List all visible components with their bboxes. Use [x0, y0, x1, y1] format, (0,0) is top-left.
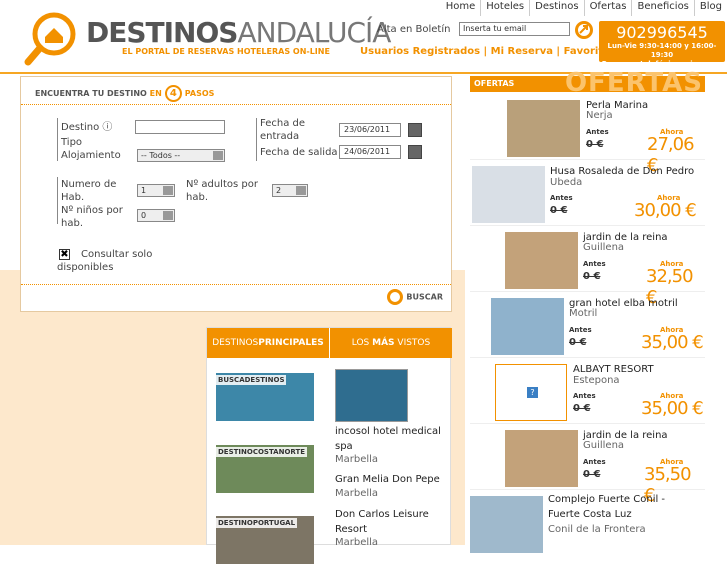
- visited-hotel-image[interactable]: [335, 369, 408, 422]
- visited-hotel-name[interactable]: Gran Melia Don Pepe: [335, 472, 445, 487]
- hab-select[interactable]: 1: [137, 184, 175, 197]
- tipo-label: Tipo Alojamiento: [61, 137, 121, 161]
- info-icon[interactable]: ⓘ: [102, 122, 112, 133]
- ninos-label: Nº niños por hab.: [61, 205, 123, 229]
- salida-input[interactable]: 24/06/2011: [339, 145, 401, 159]
- entrada-input[interactable]: 23/06/2011: [339, 123, 401, 137]
- search-title: ENCUENTRA TU DESTINO EN 4 PASOS: [35, 85, 214, 102]
- nav-hoteles[interactable]: Hoteles: [480, 0, 529, 16]
- buscar-button[interactable]: BUSCAR: [387, 289, 443, 305]
- entrada-label: Fecha de entrada: [260, 118, 305, 142]
- offer-item[interactable]: Husa Rosaleda de Don Pedro Ubeda Antes 0…: [470, 160, 705, 226]
- adultos-select[interactable]: 2: [272, 184, 308, 197]
- tipo-select[interactable]: -- Todos --: [137, 149, 225, 162]
- nav-destinos[interactable]: Destinos: [529, 0, 583, 16]
- nav-blog[interactable]: Blog: [693, 0, 727, 16]
- nav-ofertas[interactable]: Ofertas: [583, 0, 632, 16]
- newsletter-go-icon[interactable]: [574, 20, 594, 40]
- banner-buscadestinos[interactable]: BUSCADESTINOS: [216, 373, 314, 421]
- tab-mas-vistos[interactable]: LOS MÁS VISTOS: [330, 328, 452, 358]
- separator: [256, 118, 257, 161]
- visited-hotel-name[interactable]: Don Carlos Leisure Resort: [335, 507, 445, 537]
- top-nav: Home Hoteles Destinos Ofertas Beneficios…: [441, 0, 727, 16]
- hab-label: Numero de Hab.: [61, 179, 117, 203]
- destino-input[interactable]: [135, 120, 225, 134]
- destino-label: Destino ⓘ: [61, 122, 113, 133]
- step-number: 4: [164, 85, 182, 102]
- separator: [57, 118, 58, 161]
- phone-box: 902996545 Lun-Vie 9:30-14:00 y 16:00-19:…: [599, 21, 725, 68]
- separator: [57, 177, 58, 224]
- newsletter-email-input[interactable]: Inserta tu email: [459, 22, 570, 36]
- banner-portugal[interactable]: DESTINOPORTUGAL: [216, 516, 314, 564]
- newsletter-label: Alta en Boletín: [377, 24, 451, 35]
- ninos-select[interactable]: 0: [137, 209, 175, 222]
- offer-item[interactable]: Complejo Fuerte Conil - Fuerte Costa Luz…: [470, 490, 705, 553]
- banner-costanorte[interactable]: DESTINOCOSTANORTE: [216, 445, 314, 493]
- logo-name: DESTINOSANDALUCÍA: [86, 16, 391, 49]
- visited-hotel-city: Marbella: [335, 454, 379, 465]
- separator: [21, 104, 451, 105]
- offer-item[interactable]: jardin de la reina Guillena Antes 0 € Ah…: [470, 424, 705, 506]
- offer-item[interactable]: jardin de la reina Guillena Antes 0 € Ah…: [470, 226, 705, 308]
- separator: [21, 284, 451, 285]
- destinos-box: DESTINOSPRINCIPALES LOS MÁS VISTOS BUSCA…: [206, 327, 452, 564]
- search-form: ENCUENTRA TU DESTINO EN 4 PASOS Destino ⓘ …: [20, 76, 452, 312]
- consultar-label: Consultar solo disponibles: [57, 249, 153, 273]
- visited-hotel-city: Marbella: [335, 537, 379, 548]
- logo-tagline: EL PORTAL DE RESERVAS HOTELERAS ON-LINE: [122, 47, 330, 56]
- search-go-icon: [387, 289, 404, 305]
- visited-hotel-city: Marbella: [335, 488, 379, 499]
- missing-image-icon: ?: [527, 387, 538, 398]
- logo-magnifier-icon: [24, 12, 76, 66]
- adultos-label: Nº adultos por hab.: [186, 179, 258, 203]
- calendar-icon[interactable]: [408, 145, 422, 159]
- calendar-icon[interactable]: [408, 123, 422, 137]
- phone-number: 902996545: [616, 23, 708, 42]
- site-logo[interactable]: DESTINOSANDALUCÍA EL PORTAL DE RESERVAS …: [22, 10, 391, 68]
- salida-label: Fecha de salida: [260, 147, 338, 158]
- ofertas-panel: OFERTAS OFERTAS Perla Marina Nerja Antes …: [470, 68, 705, 553]
- phone-hours: Lun-Vie 9:30-14:00 y 16:00-19:30: [607, 42, 717, 59]
- nav-beneficios[interactable]: Beneficios: [631, 0, 693, 16]
- nav-home[interactable]: Home: [441, 0, 481, 16]
- visited-hotel-name[interactable]: incosol hotel medical spa: [335, 424, 445, 454]
- offer-item[interactable]: ? ALBAYT RESORT Estepona Antes 0 € Ahora…: [470, 358, 705, 424]
- tab-destinos-principales[interactable]: DESTINOSPRINCIPALES: [207, 328, 329, 358]
- offer-item[interactable]: gran hotel elba motril Motril Antes 0 € …: [470, 292, 705, 358]
- offer-item[interactable]: Perla Marina Nerja Antes 0 € Ahora 27,06…: [470, 94, 705, 176]
- ofertas-header: OFERTAS OFERTAS: [470, 68, 705, 98]
- user-links[interactable]: Usuarios Registrados | Mi Reserva | Favo…: [360, 46, 616, 57]
